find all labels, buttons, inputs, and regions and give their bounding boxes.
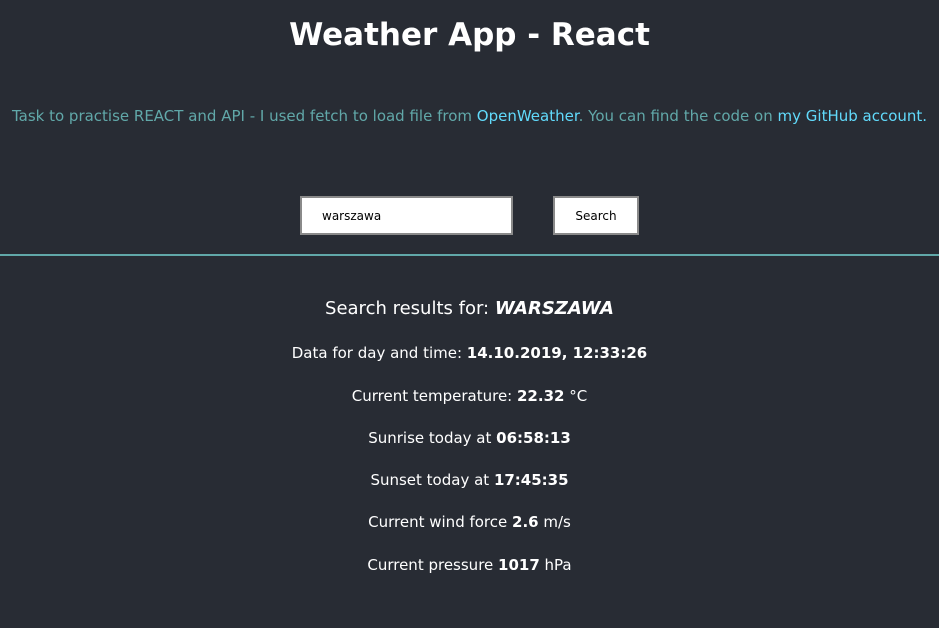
search-button[interactable]: Search	[553, 196, 639, 235]
results-heading: Search results for: WARSZAWA	[0, 297, 939, 321]
wind-row: Current wind force 2.6 m/s	[0, 512, 939, 532]
sunset-label: Sunset today at	[370, 471, 494, 489]
temperature-label: Current temperature:	[351, 387, 517, 405]
sunrise-row: Sunrise today at 06:58:13	[0, 428, 939, 448]
city-search-input[interactable]	[300, 196, 513, 235]
sunset-value: 17:45:35	[493, 471, 569, 489]
sunrise-label: Sunrise today at	[368, 429, 497, 447]
description-text-2: . You can find the code on	[578, 107, 778, 125]
temperature-unit: °C	[564, 387, 588, 405]
wind-unit: m/s	[538, 513, 571, 531]
pressure-value: 1017	[498, 556, 540, 574]
app-page: Weather App - React Task to practise REA…	[0, 0, 939, 628]
date-row: Data for day and time: 14.10.2019, 12:33…	[0, 343, 939, 363]
temperature-value: 22.32	[517, 387, 565, 405]
pressure-row: Current pressure 1017 hPa	[0, 555, 939, 575]
app-description: Task to practise REACT and API - I used …	[0, 106, 939, 126]
sunset-row: Sunset today at 17:45:35	[0, 470, 939, 490]
date-value: 14.10.2019, 12:33:26	[466, 344, 648, 362]
results-city: WARSZAWA	[494, 298, 614, 319]
description-text: Task to practise REACT and API - I used …	[11, 107, 477, 125]
wind-label: Current wind force	[368, 513, 513, 531]
github-link[interactable]: my GitHub account.	[778, 107, 928, 125]
date-label: Data for day and time:	[291, 344, 467, 362]
pressure-label: Current pressure	[367, 556, 499, 574]
results-heading-label: Search results for:	[325, 298, 495, 319]
temperature-row: Current temperature: 22.32 °C	[0, 386, 939, 406]
openweather-link[interactable]: OpenWeather	[477, 107, 579, 125]
sunrise-value: 06:58:13	[496, 429, 571, 447]
page-title: Weather App - React	[289, 17, 650, 53]
section-divider	[0, 254, 939, 256]
pressure-unit: hPa	[539, 556, 572, 574]
wind-value: 2.6	[512, 513, 539, 531]
